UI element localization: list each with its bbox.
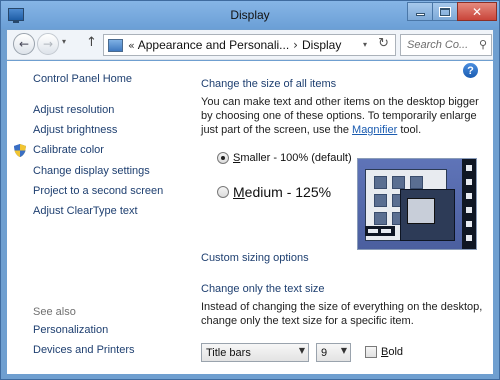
breadcrumb-separator-icon[interactable]: › — [293, 38, 298, 52]
back-button[interactable]: ← — [13, 33, 35, 55]
sidebar-item-change-display-settings[interactable]: Change display settings — [33, 165, 150, 177]
sidebar-item-adjust-brightness[interactable]: Adjust brightness — [33, 124, 117, 136]
sidebar-item-adjust-resolution[interactable]: Adjust resolution — [33, 104, 114, 116]
bold-checkbox[interactable] — [365, 346, 377, 358]
preview-bar-dot — [466, 193, 472, 199]
size-preview-image — [357, 158, 477, 250]
preview-front-window — [400, 189, 455, 241]
preview-side-bar — [462, 159, 476, 249]
size-heading: Change the size of all items — [201, 78, 337, 90]
option-medium-label: Medium - 125% — [233, 184, 331, 200]
forward-button[interactable]: → — [37, 33, 59, 55]
search-box[interactable]: ⚲ — [400, 34, 492, 56]
close-icon: ✕ — [471, 4, 483, 19]
item-select[interactable]: Title bars ▼ — [201, 343, 309, 362]
magnifier-link[interactable]: Magnifier — [352, 124, 397, 136]
sidebar-item-project-second-screen[interactable]: Project to a second screen — [33, 185, 163, 197]
radio-medium[interactable] — [217, 186, 229, 198]
font-size-select[interactable]: 9 ▼ — [316, 343, 351, 362]
uac-shield-icon — [14, 144, 26, 157]
search-icon[interactable]: ⚲ — [479, 38, 487, 51]
size-description: You can make text and other items on the… — [201, 95, 493, 137]
font-size-dropdown-icon: ▼ — [340, 346, 347, 355]
option-smaller[interactable]: Smaller - 100% (default) — [217, 152, 352, 164]
address-dropdown-icon[interactable]: ▾ — [363, 40, 367, 49]
search-input[interactable] — [401, 35, 475, 55]
sidebar-item-adjust-cleartype[interactable]: Adjust ClearType text — [33, 205, 138, 217]
sidebar-item-devices-printers[interactable]: Devices and Printers — [33, 344, 135, 356]
breadcrumb-overflow-icon[interactable]: « — [128, 39, 135, 52]
title-bar[interactable]: Display ✕ — [1, 1, 499, 29]
see-also-heading: See also — [33, 306, 76, 318]
preview-bar-dot — [466, 207, 472, 213]
display-window: Display ✕ ← → ▾ ↑ « Appearance and Perso… — [0, 0, 500, 380]
control-panel-icon — [108, 38, 123, 52]
item-select-value: Title bars — [206, 346, 251, 359]
size-description-tail: tool. — [397, 124, 422, 136]
custom-sizing-link[interactable]: Custom sizing options — [201, 252, 309, 264]
breadcrumb-appearance[interactable]: Appearance and Personali... — [138, 38, 289, 52]
radio-smaller[interactable] — [217, 152, 229, 164]
bold-text: old — [388, 346, 404, 358]
back-arrow-icon: ← — [18, 37, 30, 51]
text-size-heading: Change only the text size — [201, 283, 325, 295]
address-bar[interactable]: « Appearance and Personali... › Display … — [103, 34, 396, 56]
sidebar-item-personalization[interactable]: Personalization — [33, 324, 108, 336]
font-size-select-value: 9 — [321, 346, 328, 359]
item-select-dropdown-icon: ▼ — [298, 346, 305, 355]
preview-inner-panel — [407, 198, 435, 224]
size-description-text: You can make text and other items on the… — [201, 96, 479, 136]
preview-task-button — [381, 229, 391, 233]
option-medium[interactable]: Medium - 125% — [217, 184, 331, 200]
address-toolbar: ← → ▾ ↑ « Appearance and Personali... › … — [7, 30, 493, 60]
option-medium-text: edium - 125% — [244, 184, 332, 200]
sidebar-control-panel-home[interactable]: Control Panel Home — [33, 73, 132, 85]
bold-label[interactable]: Bold — [381, 346, 403, 358]
preview-icon — [374, 176, 387, 189]
forward-arrow-icon: → — [42, 37, 54, 51]
minimize-icon — [415, 13, 425, 16]
preview-bar-dot — [466, 235, 472, 241]
sidebar-item-calibrate-color[interactable]: Calibrate color — [33, 144, 104, 156]
close-button[interactable]: ✕ — [457, 2, 497, 21]
preview-taskbar — [365, 226, 395, 236]
option-smaller-text: maller - 100% (default) — [240, 152, 352, 164]
help-icon[interactable]: ? — [463, 63, 478, 78]
breadcrumb-display[interactable]: Display — [302, 38, 341, 52]
option-medium-accesskey: M — [233, 184, 245, 200]
minimize-button[interactable] — [407, 2, 433, 21]
text-size-description: Instead of changing the size of everythi… — [201, 301, 483, 327]
preview-icon — [374, 194, 387, 207]
option-smaller-label: Smaller - 100% (default) — [233, 152, 352, 164]
preview-bar-dot — [466, 221, 472, 227]
preview-bar-dot — [466, 165, 472, 171]
refresh-icon[interactable]: ↻ — [378, 36, 389, 51]
preview-task-button — [368, 229, 378, 233]
preview-icon — [410, 176, 423, 189]
recent-pages-dropdown-icon[interactable]: ▾ — [62, 37, 66, 46]
maximize-icon — [439, 6, 451, 17]
maximize-button[interactable] — [432, 2, 458, 21]
preview-bar-dot — [466, 179, 472, 185]
preview-icon — [374, 212, 387, 225]
content-area: ? Control Panel Home Adjust resolution A… — [7, 61, 493, 374]
up-level-icon[interactable]: ↑ — [86, 35, 97, 50]
preview-icon — [392, 176, 405, 189]
